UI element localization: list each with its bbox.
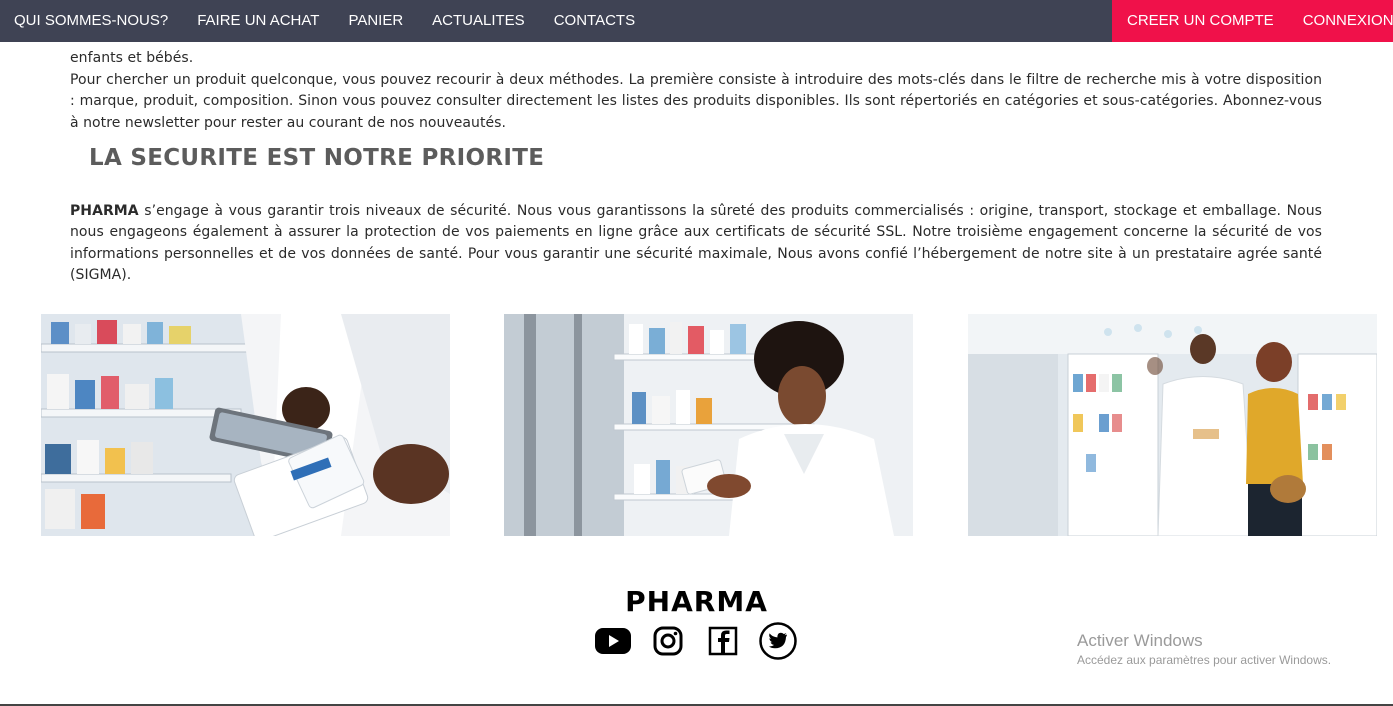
security-heading: LA SECURITE EST NOTRE PRIORITE <box>89 145 545 171</box>
search-paragraph: Pour chercher un produit quelconque, vou… <box>70 72 1322 131</box>
windows-activation-watermark: Activer Windows Accédez aux paramètres p… <box>1077 631 1331 669</box>
nav-item-contacts[interactable]: CONTACTS <box>554 0 635 42</box>
nav-item-about[interactable]: QUI SOMMES-NOUS? <box>14 0 168 42</box>
watermark-subtitle: Accédez aux paramètres pour activer Wind… <box>1077 653 1332 667</box>
account-actions: CREER UN COMPTE CONNEXION <box>1112 0 1393 42</box>
security-text: s’engage à vous garantir trois niveaux d… <box>70 203 1322 283</box>
nav-item-news[interactable]: ACTUALITES <box>432 0 525 42</box>
youtube-icon[interactable] <box>594 622 632 660</box>
login-button[interactable]: CONNEXION <box>1303 0 1393 42</box>
photo-pharmacist-tablet <box>41 314 450 536</box>
instagram-icon[interactable] <box>649 622 687 660</box>
top-navbar: QUI SOMMES-NOUS? FAIRE UN ACHAT PANIER A… <box>0 0 1393 42</box>
nav-item-cart[interactable]: PANIER <box>348 0 403 42</box>
create-account-button[interactable]: CREER UN COMPTE <box>1127 0 1274 42</box>
photo-pharmacist-shelves <box>504 314 913 536</box>
nav-item-purchase[interactable]: FAIRE UN ACHAT <box>197 0 319 42</box>
facebook-icon[interactable] <box>704 622 742 660</box>
main-menu: QUI SOMMES-NOUS? FAIRE UN ACHAT PANIER A… <box>0 0 664 42</box>
intro-line-tail: enfants et bébés. <box>70 50 194 66</box>
security-paragraph: PHARMA s’engage à vous garantir trois ni… <box>70 201 1322 286</box>
twitter-icon[interactable] <box>759 622 797 660</box>
photo-pharmacist-customer <box>968 314 1377 536</box>
security-brand: PHARMA <box>70 203 139 219</box>
footer-brand: PHARMA <box>625 585 768 618</box>
watermark-title: Activer Windows <box>1077 631 1203 650</box>
